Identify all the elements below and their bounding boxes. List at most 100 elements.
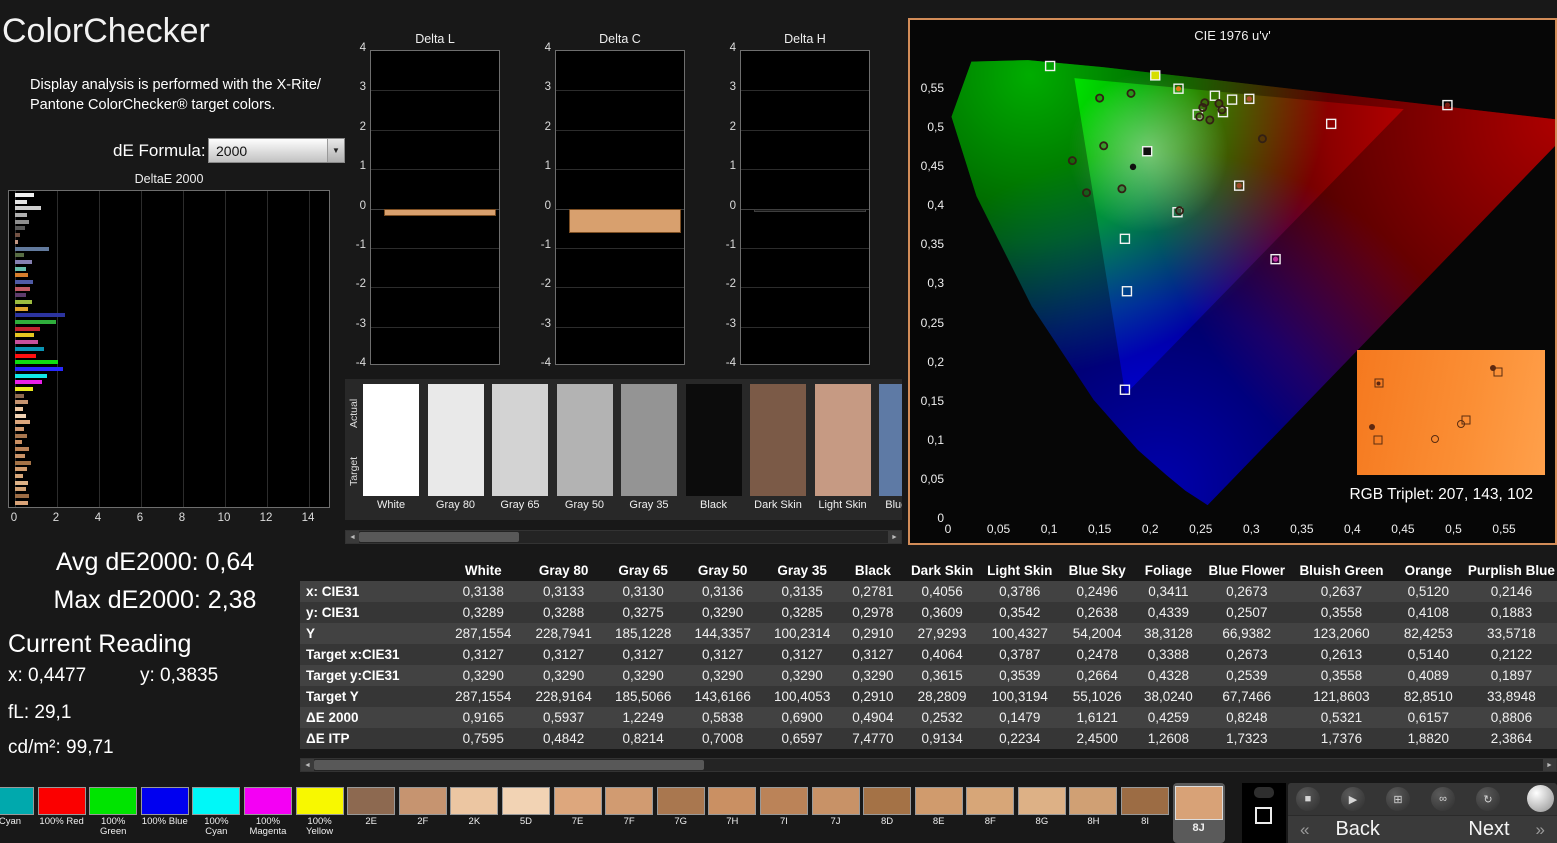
description-line-2: Pantone ColorChecker® target colors.	[30, 97, 275, 113]
axis-tick-label: 12	[256, 512, 276, 524]
patch-color-chip	[966, 787, 1014, 815]
refresh-button[interactable]: ↻	[1476, 787, 1500, 811]
patch-100-magenta[interactable]: 100% Magenta	[244, 783, 292, 843]
scroll-right-icon[interactable]: ►	[1543, 759, 1556, 771]
swatch-gray-80[interactable]: Gray 80	[428, 384, 484, 511]
patch-100-cyan[interactable]: 100% Cyan	[192, 783, 240, 843]
swatch-gray-65[interactable]: Gray 65	[492, 384, 548, 511]
deltae-bar	[15, 213, 27, 217]
patch-label: 8D	[863, 817, 911, 827]
deltae-bar	[15, 320, 56, 324]
deltae-bar	[15, 226, 25, 230]
swatch-gray-35[interactable]: Gray 35	[621, 384, 677, 511]
table-cell: 143,6166	[683, 686, 763, 707]
back-button[interactable]: « Back	[1288, 818, 1423, 841]
swatch-scrollbar[interactable]: ◄ ►	[345, 530, 902, 544]
table-cell: 0,2539	[1201, 665, 1292, 686]
patch-2e[interactable]: 2E	[347, 783, 395, 843]
patch-7g[interactable]: 7G	[657, 783, 705, 843]
table-scrollbar[interactable]: ◄ ►	[300, 758, 1557, 772]
deltae-bar	[15, 200, 27, 204]
measured-circle-marker	[1096, 94, 1103, 101]
loop-button[interactable]: ∞	[1431, 787, 1455, 811]
swatch-light-skin[interactable]: Light Skin	[815, 384, 871, 511]
table-cell: 0,3127	[443, 644, 524, 665]
patch-8h[interactable]: 8H	[1069, 783, 1117, 843]
swatch-black[interactable]: Black	[686, 384, 742, 511]
patch-8g[interactable]: 8G	[1018, 783, 1066, 843]
patch-100-yellow[interactable]: 100% Yellow	[296, 783, 344, 843]
patch-label: 2F	[399, 817, 447, 827]
patch-2k[interactable]: 2K	[450, 783, 498, 843]
swatch-scrollbar-track[interactable]	[359, 531, 888, 543]
reading-x: x: 0,4477	[8, 665, 86, 687]
patch-label: 8F	[966, 817, 1014, 827]
patch-8f[interactable]: 8F	[966, 783, 1014, 843]
reading-luminance: cd/m²: 99,71	[8, 737, 114, 759]
table-row-label: y: CIE31	[300, 602, 443, 623]
swatch-blue-sky[interactable]: Blue Sky	[879, 384, 902, 511]
panel-toggle-button[interactable]	[1254, 787, 1274, 798]
patch-8d[interactable]: 8D	[863, 783, 911, 843]
table-cell: 2,3864	[1466, 728, 1557, 749]
deltae-bar	[15, 333, 34, 337]
table-cell: 0,3786	[980, 581, 1059, 602]
swatch-scrollbar-thumb[interactable]	[359, 532, 519, 542]
patch-7f[interactable]: 7F	[605, 783, 653, 843]
patch-7j[interactable]: 7J	[812, 783, 860, 843]
patch-2f[interactable]: 2F	[399, 783, 447, 843]
delta-bar	[754, 209, 866, 212]
scroll-left-icon[interactable]: ◄	[346, 531, 359, 543]
swatch-dark-skin[interactable]: Dark Skin	[750, 384, 806, 511]
swatch-label: Gray 50	[557, 499, 613, 511]
measurement-table: WhiteGray 80Gray 65Gray 50Gray 35BlackDa…	[300, 560, 1557, 749]
deltae-bar	[15, 461, 31, 465]
table-scrollbar-track[interactable]	[314, 759, 1543, 771]
de-formula-select[interactable]: 2000 ▼	[208, 138, 345, 163]
patch-5d[interactable]: 5D	[502, 783, 550, 843]
patch-7e[interactable]: 7E	[554, 783, 602, 843]
axis-tick-label: -1	[344, 239, 366, 251]
table-cell: 0,3135	[762, 581, 842, 602]
measurement-table-wrap: WhiteGray 80Gray 65Gray 50Gray 35BlackDa…	[300, 560, 1557, 758]
patch-8e[interactable]: 8E	[915, 783, 963, 843]
axis-tick-label: 2	[344, 121, 366, 133]
round-indicator-button[interactable]	[1527, 785, 1554, 812]
table-cell: 0,4842	[524, 728, 604, 749]
patch-8j[interactable]: 8J	[1173, 783, 1225, 843]
table-cell: 0,3136	[683, 581, 763, 602]
table-cell: 0,1897	[1466, 665, 1557, 686]
patch-100-red[interactable]: 100% Red	[38, 783, 86, 843]
table-cell: 0,3133	[524, 581, 604, 602]
table-scrollbar-thumb[interactable]	[314, 760, 704, 770]
table-cell: 0,3411	[1135, 581, 1201, 602]
table-cell: 287,1554	[443, 686, 524, 707]
scroll-right-icon[interactable]: ►	[888, 531, 901, 543]
next-button[interactable]: Next »	[1423, 818, 1557, 841]
table-row-label: Target y:CIE31	[300, 665, 443, 686]
patch-8i[interactable]: 8I	[1121, 783, 1169, 843]
stop-button[interactable]: ■	[1296, 787, 1320, 811]
patch-7h[interactable]: 7H	[708, 783, 756, 843]
patch-100-green[interactable]: 100% Green	[89, 783, 137, 843]
deltae-bar	[15, 481, 28, 485]
patch-label: 8H	[1069, 817, 1117, 827]
patch-7i[interactable]: 7I	[760, 783, 808, 843]
patch-cyan[interactable]: Cyan	[0, 783, 34, 843]
axis-tick-label: 2	[46, 512, 66, 524]
table-cell: 100,4327	[980, 623, 1059, 644]
pattern-button[interactable]: ⊞	[1386, 787, 1410, 811]
swatch-gray-50[interactable]: Gray 50	[557, 384, 613, 511]
table-cell: 1,2249	[603, 707, 683, 728]
pattern-window-button[interactable]	[1242, 783, 1286, 843]
scroll-left-icon[interactable]: ◄	[301, 759, 314, 771]
table-cell: 0,2478	[1059, 644, 1135, 665]
axis-tick-label: 1	[344, 160, 366, 172]
chevron-down-icon[interactable]: ▼	[327, 139, 344, 162]
swatch-white[interactable]: White	[363, 384, 419, 511]
play-button[interactable]: ▶	[1341, 787, 1365, 811]
axis-tick-label: 2	[529, 121, 551, 133]
axis-tick-label: 0,4	[912, 198, 944, 212]
patch-100-blue[interactable]: 100% Blue	[141, 783, 189, 843]
patch-color-chip	[141, 787, 189, 815]
